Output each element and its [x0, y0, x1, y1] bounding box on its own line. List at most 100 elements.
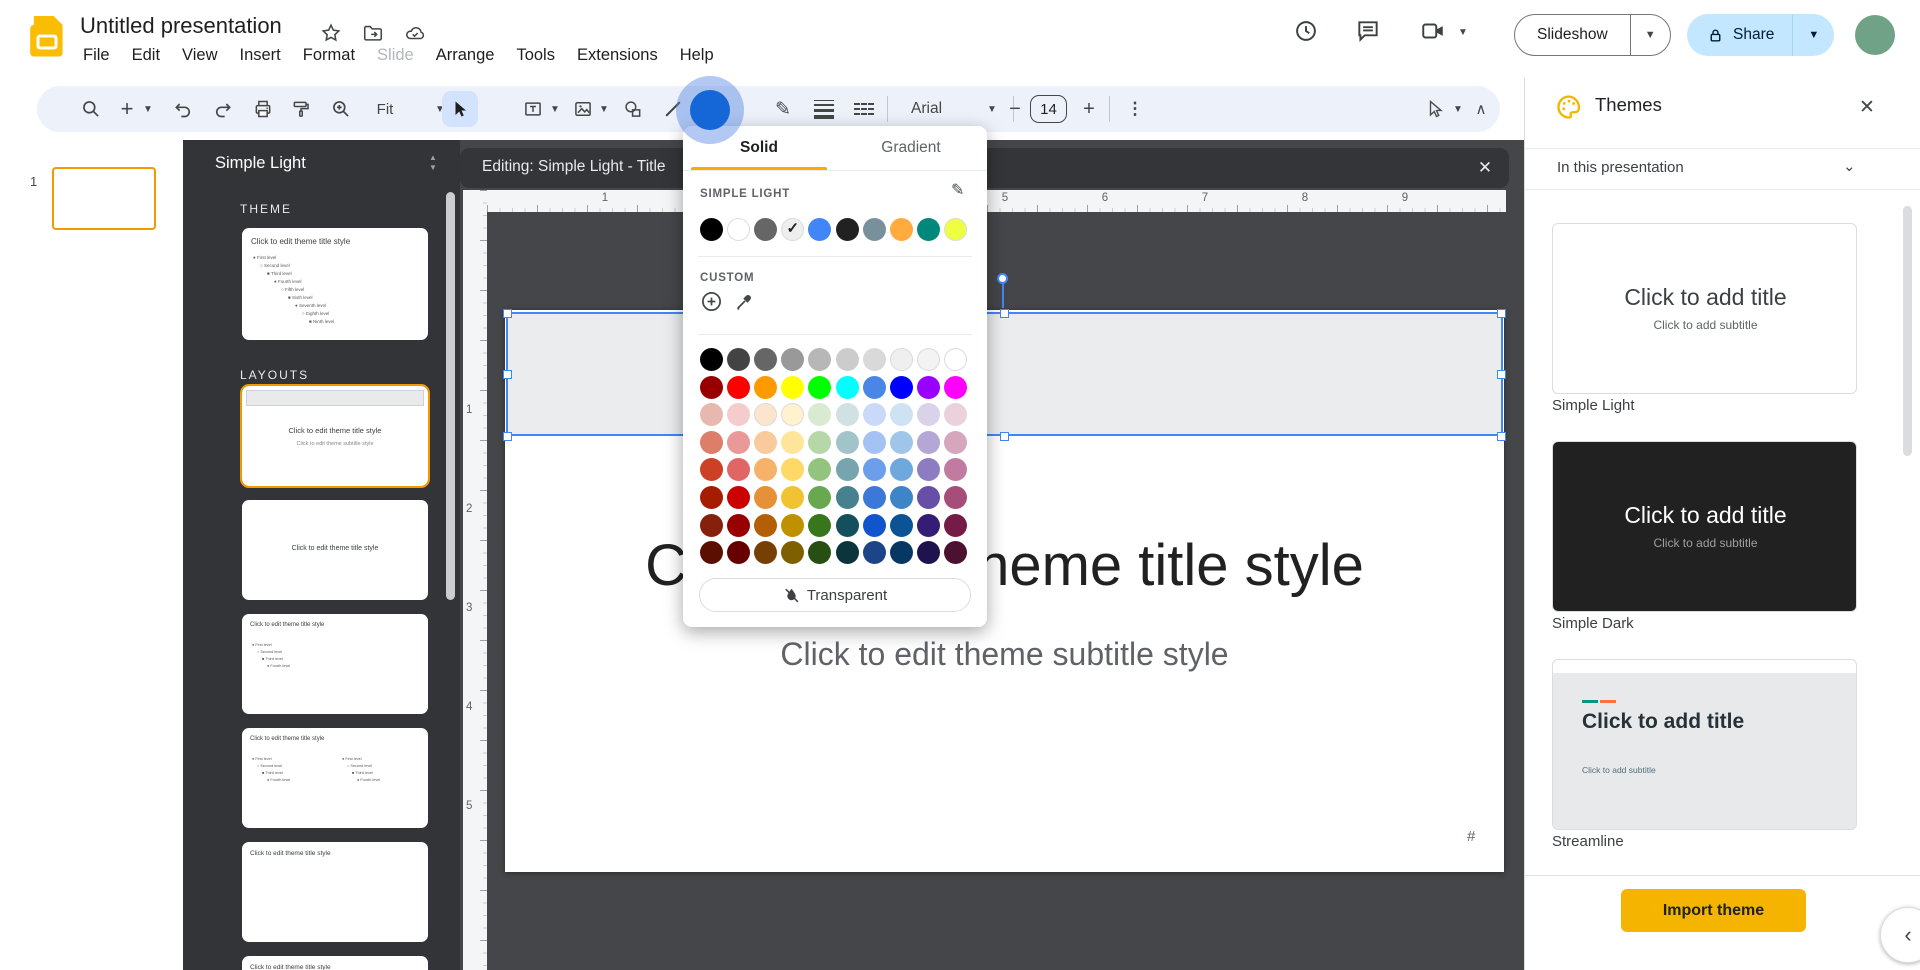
paint-format-icon[interactable]	[287, 86, 315, 132]
layout-thumbnail-title-only[interactable]: Click to edit theme title style	[242, 842, 428, 942]
grid-color-swatch[interactable]	[890, 514, 913, 537]
fill-color-button[interactable]	[690, 90, 730, 130]
font-family-dropdown-arrow[interactable]: ▼	[985, 86, 999, 132]
grid-color-swatch[interactable]	[700, 403, 723, 426]
selection-handle[interactable]	[1000, 432, 1009, 441]
grid-color-swatch[interactable]	[727, 403, 750, 426]
text-box-tool-icon[interactable]	[519, 86, 547, 132]
grid-color-swatch[interactable]	[754, 403, 777, 426]
selection-handle[interactable]	[503, 370, 512, 379]
share-dropdown-arrow[interactable]: ▼	[1792, 14, 1834, 56]
grid-color-swatch[interactable]	[890, 541, 913, 564]
grid-color-swatch[interactable]	[700, 348, 723, 371]
shape-tool-icon[interactable]	[619, 86, 647, 132]
grid-color-swatch[interactable]	[754, 458, 777, 481]
slide-number-placeholder[interactable]: #	[1467, 828, 1475, 845]
menu-tools[interactable]: Tools	[505, 44, 566, 67]
slide-editing-surface[interactable]: Click to edit theme title style Click to…	[505, 310, 1504, 872]
font-size-input[interactable]: 14	[1030, 95, 1067, 123]
eyedropper-icon[interactable]	[733, 290, 756, 313]
grid-color-swatch[interactable]	[700, 458, 723, 481]
redo-icon[interactable]	[209, 86, 237, 132]
grid-color-swatch[interactable]	[917, 541, 940, 564]
theme-color-swatch[interactable]	[890, 218, 913, 241]
new-slide-button[interactable]: +	[115, 86, 139, 132]
grid-color-swatch[interactable]	[944, 486, 967, 509]
grid-color-swatch[interactable]	[890, 431, 913, 454]
layout-thumbnail-title-slide[interactable]: Click to edit theme title styleClick to …	[242, 386, 428, 486]
selected-title-placeholder[interactable]	[506, 312, 1503, 436]
theme-color-swatch[interactable]: ✓	[781, 218, 804, 241]
text-box-dropdown-arrow[interactable]: ▼	[548, 86, 562, 132]
grid-color-swatch[interactable]	[781, 348, 804, 371]
edit-theme-colors-pencil-icon[interactable]: ✎	[951, 180, 964, 200]
slideshow-button[interactable]: Slideshow ▼	[1514, 14, 1671, 56]
grid-color-swatch[interactable]	[863, 458, 886, 481]
version-history-icon[interactable]	[1293, 18, 1319, 44]
grid-color-swatch[interactable]	[863, 514, 886, 537]
share-button[interactable]: Share ▼	[1687, 14, 1834, 56]
sort-arrows-icon[interactable]: ▲▼	[426, 153, 440, 173]
grid-color-swatch[interactable]	[836, 541, 859, 564]
theme-color-swatch[interactable]	[754, 218, 777, 241]
layout-thumbnail-partial[interactable]: Click to edit theme title style	[242, 956, 428, 970]
theme-card-simple-dark[interactable]: Click to add titleClick to add subtitle	[1552, 441, 1857, 612]
grid-color-swatch[interactable]	[781, 431, 804, 454]
layout-thumbnail-title-body[interactable]: Click to edit theme title style● First l…	[242, 614, 428, 714]
grid-color-swatch[interactable]	[808, 514, 831, 537]
pointer-dropdown-arrow[interactable]: ▼	[1451, 86, 1465, 132]
slide-title-text[interactable]: Click to edit theme title style	[505, 532, 1504, 599]
grid-color-swatch[interactable]	[944, 458, 967, 481]
grid-color-swatch[interactable]	[808, 486, 831, 509]
grid-color-swatch[interactable]	[944, 403, 967, 426]
theme-color-swatch[interactable]	[808, 218, 831, 241]
selection-handle[interactable]	[1497, 309, 1506, 318]
collapse-toolbar-icon[interactable]: ∧	[1467, 86, 1495, 132]
theme-card-simple-light[interactable]: Click to add titleClick to add subtitle	[1552, 223, 1857, 394]
cloud-saved-icon[interactable]	[404, 22, 426, 44]
grid-color-swatch[interactable]	[890, 458, 913, 481]
grid-color-swatch[interactable]	[917, 348, 940, 371]
grid-color-swatch[interactable]	[944, 514, 967, 537]
grid-color-swatch[interactable]	[863, 348, 886, 371]
grid-color-swatch[interactable]	[727, 514, 750, 537]
grid-color-swatch[interactable]	[781, 541, 804, 564]
grid-color-swatch[interactable]	[727, 541, 750, 564]
grid-color-swatch[interactable]	[727, 348, 750, 371]
menu-file[interactable]: File	[72, 44, 121, 67]
theme-color-swatch[interactable]	[863, 218, 886, 241]
grid-color-swatch[interactable]	[700, 376, 723, 399]
menu-slide[interactable]: Slide	[366, 44, 425, 67]
add-custom-color-icon[interactable]	[700, 290, 723, 313]
grid-color-swatch[interactable]	[808, 431, 831, 454]
grid-color-swatch[interactable]	[917, 376, 940, 399]
grid-color-swatch[interactable]	[754, 486, 777, 509]
select-tool-button[interactable]	[442, 91, 478, 127]
themes-panel-scrollbar[interactable]	[1903, 206, 1912, 456]
document-title[interactable]: Untitled presentation	[80, 13, 282, 39]
menu-edit[interactable]: Edit	[121, 44, 171, 67]
grid-color-swatch[interactable]	[890, 376, 913, 399]
meet-camera-icon[interactable]	[1420, 18, 1446, 44]
grid-color-swatch[interactable]	[836, 514, 859, 537]
import-theme-button[interactable]: Import theme	[1621, 889, 1806, 932]
comments-icon[interactable]	[1355, 18, 1381, 44]
print-icon[interactable]	[249, 86, 277, 132]
grid-color-swatch[interactable]	[917, 458, 940, 481]
grid-color-swatch[interactable]	[917, 431, 940, 454]
font-size-increase[interactable]: +	[1077, 86, 1101, 132]
grid-color-swatch[interactable]	[917, 403, 940, 426]
star-icon[interactable]	[320, 22, 342, 44]
layout-thumbnail-two-columns[interactable]: Click to edit theme title style● First l…	[242, 728, 428, 828]
grid-color-swatch[interactable]	[890, 403, 913, 426]
grid-color-swatch[interactable]	[727, 486, 750, 509]
grid-color-swatch[interactable]	[808, 376, 831, 399]
grid-color-swatch[interactable]	[836, 403, 859, 426]
avatar[interactable]	[1855, 15, 1895, 55]
selection-handle[interactable]	[1497, 432, 1506, 441]
insert-image-icon[interactable]	[569, 86, 597, 132]
grid-color-swatch[interactable]	[781, 403, 804, 426]
grid-color-swatch[interactable]	[754, 348, 777, 371]
grid-color-swatch[interactable]	[917, 486, 940, 509]
transparent-button[interactable]: Transparent	[699, 578, 971, 612]
